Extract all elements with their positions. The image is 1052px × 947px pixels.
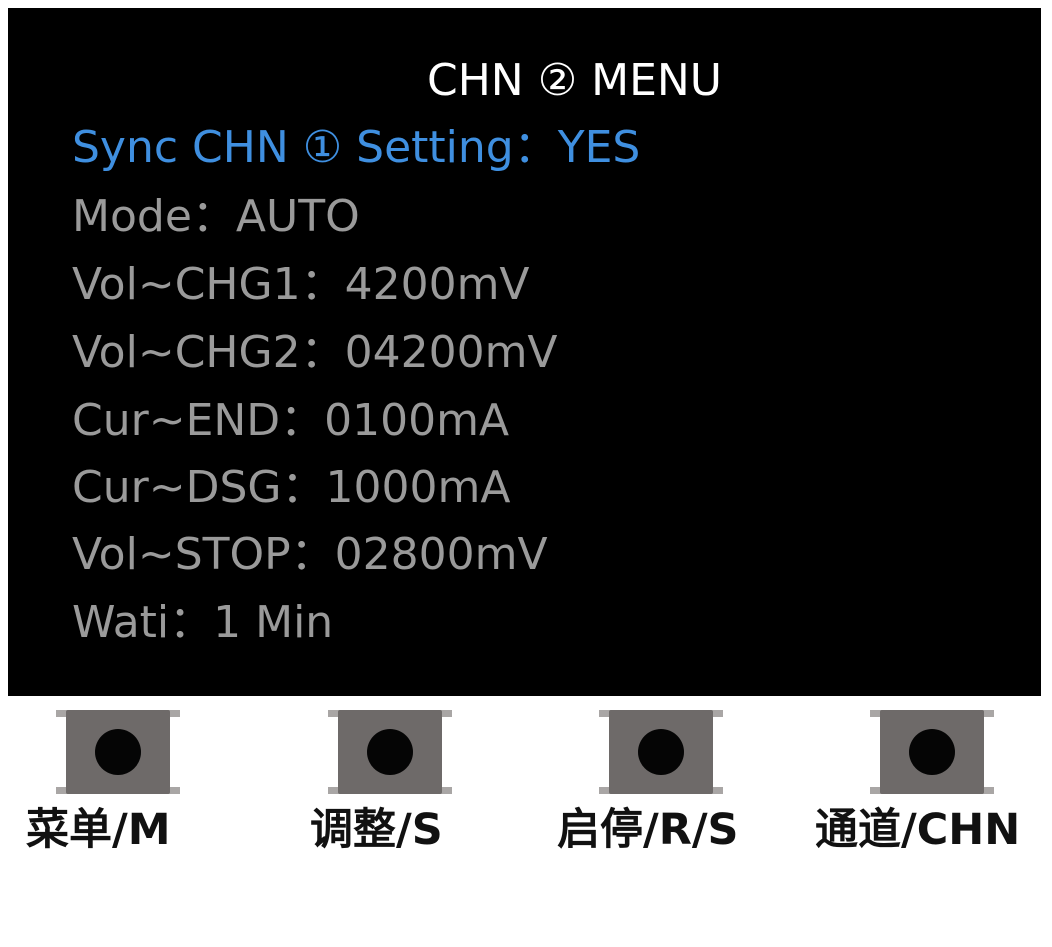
device-panel: CHN ② MENU Sync CHN ① Setting：YES Mode：A… <box>0 0 1052 947</box>
menu-item-label: Vol~CHG1： <box>72 259 345 310</box>
menu-item-value: 02800mV <box>334 529 548 580</box>
menu-item-value: 1 Min <box>213 597 334 648</box>
button-knob <box>95 729 141 775</box>
menu-title: CHN ② MENU <box>426 55 723 106</box>
menu-item-value: AUTO <box>235 191 360 242</box>
menu-item-label: Wati： <box>72 597 214 648</box>
menu-item-wait[interactable]: Wati：1 Min <box>72 597 333 649</box>
menu-item-value: 04200mV <box>344 327 558 378</box>
menu-item-vol-chg1[interactable]: Vol~CHG1：4200mV <box>72 259 530 311</box>
menu-item-mode[interactable]: Mode：AUTO <box>72 191 360 243</box>
menu-item-label: Mode： <box>72 191 236 242</box>
menu-item-vol-chg2[interactable]: Vol~CHG2：04200mV <box>72 327 558 379</box>
start-stop-button-label: 启停/R/S <box>557 805 739 855</box>
menu-item-label: Vol~STOP： <box>72 529 335 580</box>
channel-button-label: 通道/CHN <box>815 805 1021 855</box>
menu-item-cur-dsg[interactable]: Cur~DSG：1000mA <box>72 462 510 514</box>
button-knob <box>638 729 684 775</box>
start-stop-button[interactable] <box>599 710 723 794</box>
menu-item-label: Cur~END： <box>72 395 325 446</box>
menu-button[interactable] <box>56 710 180 794</box>
menu-item-value: 1000mA <box>325 462 511 513</box>
adjust-button[interactable] <box>328 710 452 794</box>
adjust-button-label: 调整/S <box>310 805 443 855</box>
menu-item-sync-setting[interactable]: Sync CHN ① Setting：YES <box>72 122 640 174</box>
menu-item-label: Cur~DSG： <box>72 462 326 513</box>
button-knob <box>367 729 413 775</box>
menu-item-cur-end[interactable]: Cur~END：0100mA <box>72 395 509 447</box>
menu-item-value: YES <box>557 122 641 173</box>
menu-item-label: Vol~CHG2： <box>72 327 345 378</box>
menu-item-vol-stop[interactable]: Vol~STOP：02800mV <box>72 529 548 581</box>
menu-item-label: Sync CHN ① Setting： <box>72 122 558 173</box>
lcd-screen: CHN ② MENU Sync CHN ① Setting：YES Mode：A… <box>8 8 1041 696</box>
menu-button-label: 菜单/M <box>26 805 171 855</box>
channel-button[interactable] <box>870 710 994 794</box>
button-knob <box>909 729 955 775</box>
menu-item-value: 0100mA <box>324 395 510 446</box>
menu-item-value: 4200mV <box>344 259 530 310</box>
